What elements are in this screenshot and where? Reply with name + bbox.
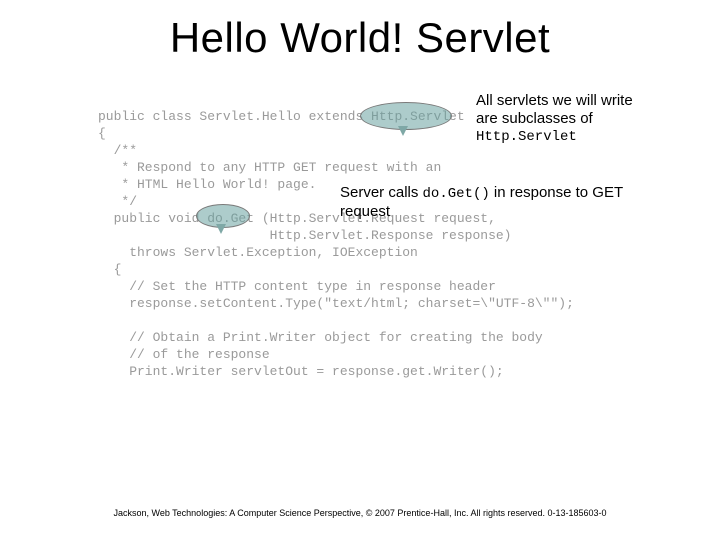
callout-httpservlet-tail [398, 126, 408, 136]
annot1-line1: All servlets we will write [476, 92, 696, 110]
slide-title: Hello World! Servlet [0, 14, 720, 62]
annot2-line1: Server calls do.Get() in response to GET [340, 184, 700, 203]
code-block: public class Servlet.Hello extends Http.… [98, 108, 574, 380]
annot2-line2: request [340, 203, 700, 221]
callout-doget-tail [216, 224, 226, 234]
annot2-prefix: Server calls [340, 184, 423, 201]
annot1-line2: are subclasses of [476, 110, 696, 128]
annotation-doget: Server calls do.Get() in response to GET… [340, 184, 700, 221]
footer-citation: Jackson, Web Technologies: A Computer Sc… [0, 508, 720, 518]
annot1-line3: Http.Servlet [476, 128, 696, 146]
annot2-suffix: in response to GET [490, 184, 623, 201]
annot2-mono: do.Get() [423, 186, 490, 202]
annotation-httpservlet: All servlets we will write are subclasse… [476, 92, 696, 146]
